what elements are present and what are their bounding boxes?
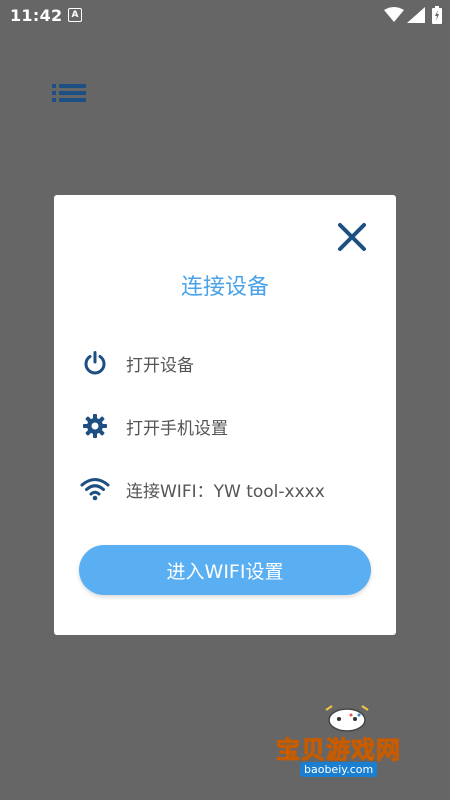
watermark-domain: baobeiy.com (300, 762, 378, 777)
item-label: 连接WIFI：YW tool-xxxx (126, 481, 325, 502)
wifi-status-icon (384, 7, 404, 22)
item-open-phone-settings: 打开手机设置 (80, 411, 228, 441)
connect-device-dialog: 连接设备 打开设备 打开手机设置 连接WIFI：YW tool-xxxx 进入W… (54, 195, 396, 635)
gear-icon (80, 411, 110, 441)
item-label: 打开手机设置 (126, 418, 228, 439)
enter-wifi-settings-button[interactable]: 进入WIFI设置 (79, 545, 371, 595)
notification-icon: A (68, 8, 82, 22)
status-bar: 11:42 A (0, 0, 450, 32)
battery-icon (432, 6, 442, 24)
item-power-on-device: 打开设备 (80, 348, 194, 378)
dialog-title: 连接设备 (180, 275, 269, 300)
signal-icon (407, 7, 425, 23)
watermark-logo: 宝贝游戏网 baobeiy.com (272, 704, 422, 784)
close-icon[interactable] (336, 221, 368, 253)
menu-icon[interactable] (52, 82, 88, 104)
item-connect-wifi: 连接WIFI：YW tool-xxxx (80, 474, 325, 504)
wifi-icon (80, 474, 110, 504)
watermark-brand: 宝贝游戏网 (276, 736, 401, 765)
status-time: 11:42 (10, 6, 63, 25)
item-label: 打开设备 (126, 355, 194, 376)
power-icon (80, 348, 110, 378)
